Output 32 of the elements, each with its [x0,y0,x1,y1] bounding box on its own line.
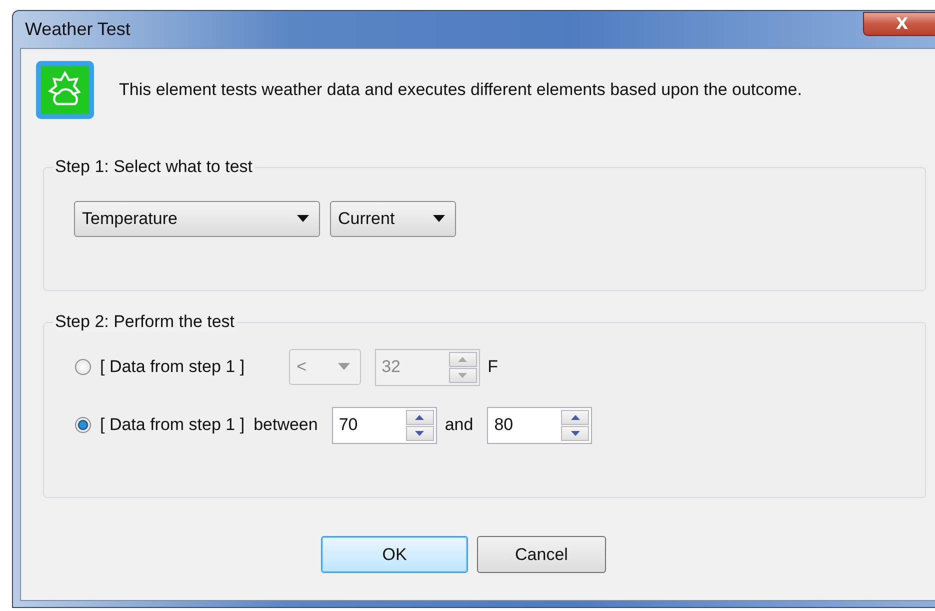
down-arrow-icon [458,372,468,378]
dropdown[interactable]: Temperature [74,201,320,237]
spin-down-button[interactable] [406,426,434,440]
group-title: Step 1: Select what to test [53,157,255,177]
window-title: Weather Test [25,19,130,40]
between-label: between [254,415,318,435]
down-arrow-icon [570,430,580,436]
unit-label: F [488,357,498,377]
dropdown[interactable]: Current [330,201,456,237]
source-label: [ Data from step 1 ] [100,357,245,377]
number-field[interactable]: 80 [487,406,592,444]
radio-button[interactable] [75,417,91,433]
source-label: [ Data from step 1 ] [100,415,245,435]
weather-icon [36,61,94,119]
up-arrow-icon [570,414,580,420]
number-field[interactable]: 70 [332,406,437,444]
down-arrow-icon [415,430,424,436]
spin-up-button[interactable] [561,410,590,424]
cancel-button[interactable]: Cancel [477,536,606,573]
group-title: Step 2: Perform the test [53,312,237,332]
and-label: and [444,415,474,435]
up-arrow-icon [458,356,468,362]
close-button[interactable]: X [863,12,935,36]
up-arrow-icon [415,414,424,420]
spin-down-button[interactable] [561,426,590,440]
caret-icon [297,215,309,223]
radio-button[interactable] [75,359,91,375]
ok-button[interactable]: OK [321,536,468,573]
spin-up-button[interactable] [406,410,434,424]
caret-icon [338,363,350,371]
description-text: This element tests weather data and executes different elements based upon the outcome. [119,80,802,100]
caret-icon [433,215,445,223]
